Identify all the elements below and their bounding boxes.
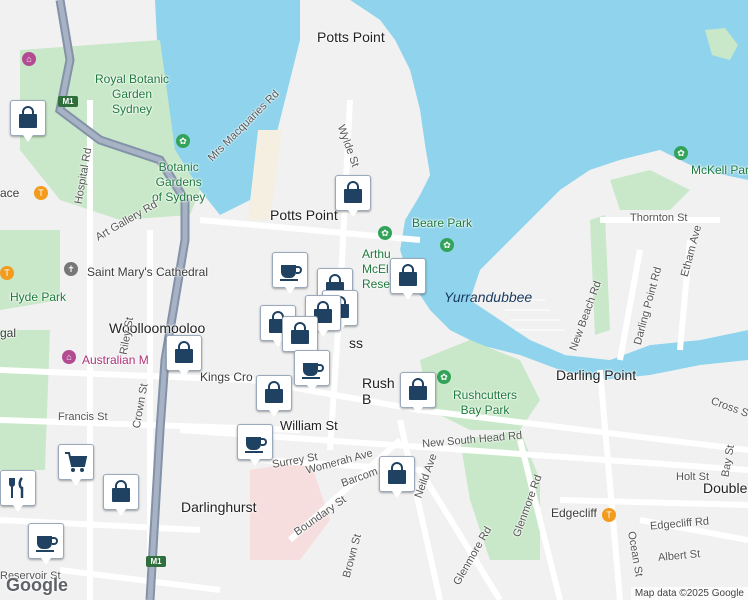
park-marker-icon[interactable]: ✿ xyxy=(176,134,190,148)
church-marker-icon[interactable]: ✝ xyxy=(64,262,78,276)
museum-marker-icon[interactable]: ⌂ xyxy=(62,350,76,364)
map-pin-shopping-bag[interactable] xyxy=(400,372,436,414)
map-pin-shopping-bag[interactable] xyxy=(282,316,318,358)
shopping-bag-icon xyxy=(384,461,410,487)
restaurant-icon xyxy=(5,475,31,501)
label-william-st: William St xyxy=(280,418,338,433)
map-attribution[interactable]: Map data ©2025 Google xyxy=(630,587,748,600)
label-gal: gal xyxy=(0,326,17,340)
map-pin-coffee-cup[interactable] xyxy=(272,252,308,294)
label-beare-park: Beare Park xyxy=(412,216,473,230)
label-darlinghurst: Darlinghurst xyxy=(181,499,257,515)
label-ss: ss xyxy=(349,335,363,351)
label-edgecliff: Edgecliff xyxy=(551,506,597,520)
map-pin-shopping-bag[interactable] xyxy=(10,100,46,142)
map-pin-coffee-cup[interactable] xyxy=(294,350,330,392)
map-view[interactable]: Potts Point Potts Point Royal Botanic Ga… xyxy=(0,0,748,600)
map-pin-restaurant[interactable] xyxy=(0,470,36,512)
shopping-bag-icon xyxy=(340,180,366,206)
coffee-cup-icon xyxy=(277,257,303,283)
motorway-shield-m1: M1 xyxy=(58,96,78,107)
label-thornton-st: Thornton St xyxy=(630,212,688,224)
label-saint-marys-cathedral: Saint Mary's Cathedral xyxy=(87,265,209,279)
transit-marker-icon[interactable]: T xyxy=(0,266,14,280)
shopping-bag-icon xyxy=(15,105,41,131)
shopping-bag-icon xyxy=(171,340,197,366)
transit-marker-icon[interactable]: T xyxy=(34,186,48,200)
shopping-bag-icon xyxy=(287,321,313,347)
transit-marker-icon[interactable]: T xyxy=(602,508,616,522)
coffee-cup-icon xyxy=(242,429,268,455)
label-yurrandubbee: Yurrandubbee xyxy=(444,289,533,305)
map-pin-coffee-cup[interactable] xyxy=(28,523,64,565)
label-double-bay: Double xyxy=(703,480,748,496)
park-marker-icon[interactable]: ✿ xyxy=(437,370,451,384)
park-marker-icon[interactable]: ✿ xyxy=(674,146,688,160)
label-darling-point: Darling Point xyxy=(556,367,637,383)
shopping-bag-icon xyxy=(405,377,431,403)
google-logo: Google xyxy=(6,575,68,595)
map-pin-shopping-bag[interactable] xyxy=(379,456,415,498)
shopping-bag-icon xyxy=(261,380,287,406)
map-pin-shopping-bag[interactable] xyxy=(390,258,426,300)
label-potts-point: Potts Point xyxy=(270,207,338,223)
map-pin-shopping-bag[interactable] xyxy=(166,335,202,377)
label-holt-st: Holt St xyxy=(676,471,710,483)
label-royal-botanic-garden: Royal Botanic Garden Sydney xyxy=(95,72,170,116)
label-hyde-park: Hyde Park xyxy=(10,290,67,304)
label-francis-st: Francis St xyxy=(58,411,108,423)
motorway-shield-m1-south: M1 xyxy=(146,556,166,567)
label-rushcutters-bay-park: Rushcutters Bay Park xyxy=(453,388,518,417)
label-potts-point-north: Potts Point xyxy=(317,29,385,45)
museum-marker-icon[interactable]: ⌂ xyxy=(22,52,36,66)
shopping-cart-icon xyxy=(63,449,89,475)
label-ace: ace xyxy=(0,186,20,200)
map-pin-shopping-bag[interactable] xyxy=(103,474,139,516)
label-mckell-park: McKell Park xyxy=(691,163,748,177)
shopping-bag-icon xyxy=(395,263,421,289)
label-botanic-gardens: Botanic Gardens of Sydney xyxy=(152,160,206,204)
coffee-cup-icon xyxy=(33,528,59,554)
map-pin-coffee-cup[interactable] xyxy=(237,424,273,466)
label-australian-museum: Australian M xyxy=(82,353,149,367)
park-marker-icon[interactable]: ✿ xyxy=(440,238,454,252)
map-pin-shopping-cart[interactable] xyxy=(58,444,94,486)
coffee-cup-icon xyxy=(299,355,325,381)
map-pin-shopping-bag[interactable] xyxy=(256,375,292,417)
park-marker-icon[interactable]: ✿ xyxy=(378,226,392,240)
shopping-bag-icon xyxy=(108,479,134,505)
map-pin-shopping-bag[interactable] xyxy=(335,175,371,217)
label-arthur-mcelhone-reserve: Arthu McEl Rese xyxy=(362,247,391,291)
label-kings-cross: Kings Cro xyxy=(200,370,253,384)
